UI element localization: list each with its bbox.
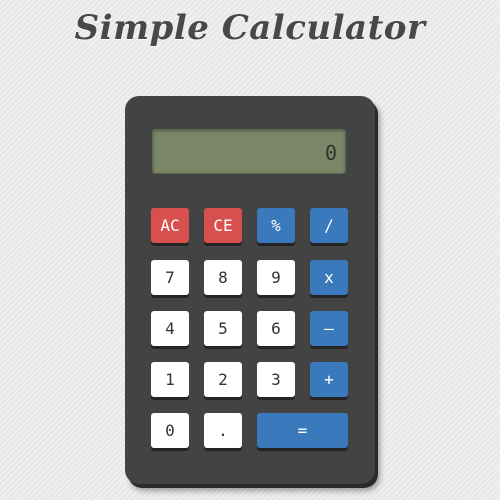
clear-entry-button[interactable]: CE bbox=[204, 208, 242, 243]
all-clear-button[interactable]: AC bbox=[151, 208, 189, 243]
digit-7-button[interactable]: 7 bbox=[151, 260, 189, 295]
decimal-button[interactable]: . bbox=[204, 413, 242, 448]
divide-button[interactable]: / bbox=[310, 208, 348, 243]
subtract-button[interactable]: – bbox=[310, 311, 348, 346]
digit-2-button[interactable]: 2 bbox=[204, 362, 242, 397]
digit-3-button[interactable]: 3 bbox=[257, 362, 295, 397]
digit-0-button[interactable]: 0 bbox=[151, 413, 189, 448]
equals-button[interactable]: = bbox=[257, 413, 348, 448]
digit-4-button[interactable]: 4 bbox=[151, 311, 189, 346]
page-title: Simple Calculator bbox=[74, 8, 426, 48]
calculator-display: 0 bbox=[152, 129, 346, 174]
display-value: 0 bbox=[324, 141, 337, 165]
digit-6-button[interactable]: 6 bbox=[257, 311, 295, 346]
digit-5-button[interactable]: 5 bbox=[204, 311, 242, 346]
multiply-button[interactable]: x bbox=[310, 260, 348, 295]
calculator-body: 0 AC CE % / 7 8 9 x 4 5 6 – 1 2 3 + 0 . … bbox=[125, 96, 375, 484]
digit-8-button[interactable]: 8 bbox=[204, 260, 242, 295]
percent-button[interactable]: % bbox=[257, 208, 295, 243]
add-button[interactable]: + bbox=[310, 362, 348, 397]
digit-9-button[interactable]: 9 bbox=[257, 260, 295, 295]
digit-1-button[interactable]: 1 bbox=[151, 362, 189, 397]
